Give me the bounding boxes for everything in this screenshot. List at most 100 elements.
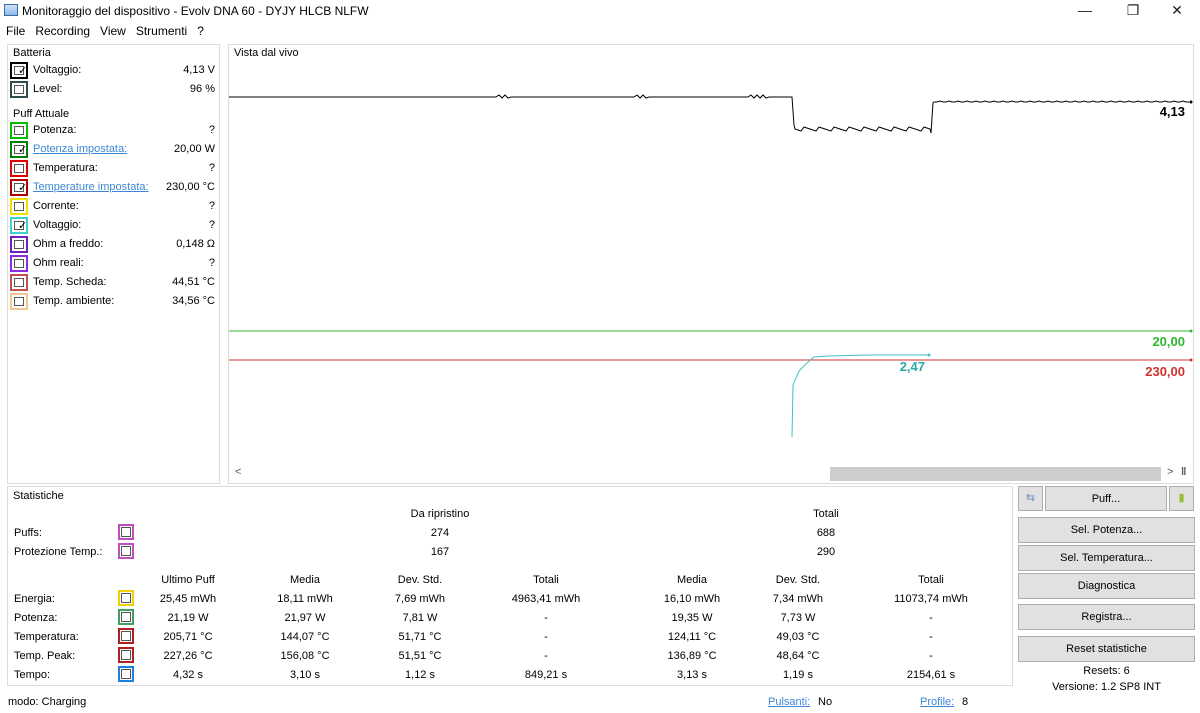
connect-icon[interactable]: ⇆ — [1018, 486, 1043, 511]
series-checkbox[interactable] — [10, 255, 28, 272]
registra-button[interactable]: Registra... — [1018, 604, 1195, 630]
check-icon: ✓ — [18, 220, 28, 232]
row-value: ? — [208, 162, 215, 174]
series-checkbox[interactable]: ✓ — [10, 217, 28, 234]
horizontal-scrollbar[interactable]: < > ‖ — [229, 465, 1193, 483]
puffs-checkbox[interactable] — [118, 524, 134, 540]
stat-cell: 21,19 W — [167, 612, 209, 624]
check-icon: ✓ — [18, 144, 28, 156]
stat-row-checkbox[interactable] — [118, 647, 134, 663]
reset-statistics-button[interactable]: Reset statistiche — [1018, 636, 1195, 662]
power-value-label: 20,00 — [1152, 334, 1185, 349]
pulsanti-link[interactable]: Pulsanti: — [768, 696, 810, 708]
stat-cell: 7,69 mWh — [394, 593, 446, 605]
row-label: Potenza: — [33, 124, 77, 136]
sel-temperatura-button[interactable]: Sel. Temperatura... — [1018, 545, 1195, 571]
series-checkbox[interactable] — [10, 236, 28, 253]
series-checkbox[interactable] — [10, 81, 28, 98]
minimize-button[interactable]: — — [1062, 0, 1108, 22]
scroll-pause-icon[interactable]: ‖ — [1181, 466, 1186, 478]
row-value: ? — [208, 200, 215, 212]
live-view-panel: 4,13 20,00 230,00 2,47 Vista dal vivo < > ‖ — [228, 44, 1194, 484]
stat-row-checkbox[interactable] — [118, 628, 134, 644]
row-label: Voltaggio: — [33, 219, 82, 231]
stat-cell: 3,13 s — [677, 669, 707, 681]
stat-cell: 7,34 mWh — [772, 593, 824, 605]
row-puff-2: Temperatura:? — [10, 160, 217, 178]
menu-bar: File Recording View Strumenti? — [0, 22, 1200, 40]
row-label: Temp. ambiente: — [33, 295, 115, 307]
header-reset: Da ripristino — [410, 508, 470, 520]
scroll-left-icon[interactable]: < — [235, 466, 241, 478]
menu-help[interactable]: ? — [191, 22, 208, 38]
scroll-thumb[interactable] — [830, 467, 1161, 481]
stat-cell: 2154,61 s — [906, 669, 956, 681]
stat-row-label: Energia: — [14, 593, 55, 605]
series-checkbox[interactable]: ✓ — [10, 62, 28, 79]
row-label: Level: — [33, 83, 63, 95]
sel-potenza-button[interactable]: Sel. Potenza... — [1018, 517, 1195, 543]
menu-file[interactable]: File — [0, 22, 29, 38]
close-button[interactable]: ✕ — [1154, 0, 1200, 22]
protection-checkbox[interactable] — [118, 543, 134, 559]
stat-cell: 156,08 °C — [280, 650, 330, 662]
row-battery-0: ✓ Voltaggio: 4,13 V — [10, 62, 217, 80]
puff-voltage-value-label: 2,47 — [900, 359, 925, 374]
temperature-value-label: 230,00 — [1145, 364, 1185, 379]
stat-row-checkbox[interactable] — [118, 609, 134, 625]
series-checkbox[interactable] — [10, 160, 28, 177]
stat-cell: - — [544, 612, 548, 624]
stat-cell: 3,10 s — [290, 669, 320, 681]
series-checkbox[interactable]: ✓ — [10, 179, 28, 196]
row-label: Voltaggio: — [33, 64, 82, 76]
header-total: Totali — [813, 508, 839, 520]
stat-cell: 1,12 s — [405, 669, 435, 681]
row-puff-5: ✓ Voltaggio:? — [10, 217, 217, 235]
battery-icon[interactable]: ▮ — [1169, 486, 1194, 511]
stat-cell: 144,07 °C — [280, 631, 330, 643]
stat-cell: 7,73 W — [780, 612, 816, 624]
stat-cell: 205,71 °C — [163, 631, 213, 643]
diagnostica-button[interactable]: Diagnostica — [1018, 573, 1195, 599]
stat-cell: - — [929, 650, 933, 662]
profile-link[interactable]: Profile: — [920, 696, 954, 708]
stat-cell: 227,26 °C — [163, 650, 213, 662]
stat-cell: 18,11 mWh — [277, 593, 333, 605]
row-label: Ohm reali: — [33, 257, 84, 269]
series-checkbox[interactable] — [10, 293, 28, 310]
pulsanti-value: No — [818, 696, 833, 708]
row-label: Temperatura: — [33, 162, 98, 174]
puff-voltage-end-point — [927, 353, 931, 357]
restore-button[interactable]: ❐ — [1110, 0, 1156, 22]
stat-cell: 16,10 mWh — [663, 593, 721, 605]
battery-group-title: Batteria — [13, 47, 51, 59]
row-label[interactable]: Temperature impostata: — [33, 181, 149, 193]
stat-row-checkbox[interactable] — [118, 590, 134, 606]
menu-strumenti[interactable]: Strumenti — [130, 22, 191, 38]
stat-row-checkbox[interactable] — [118, 666, 134, 682]
scroll-right-icon[interactable]: > — [1167, 466, 1173, 478]
voltage-value-label: 4,13 — [1160, 104, 1185, 119]
menu-view[interactable]: View — [94, 22, 130, 38]
series-checkbox[interactable] — [10, 122, 28, 139]
left-panel: Batteria ✓ Voltaggio: 4,13 V Level: 96 % Puf… — [7, 44, 220, 484]
series-checkbox[interactable]: ✓ — [10, 141, 28, 158]
menu-recording[interactable]: Recording — [29, 22, 94, 38]
statistics-panel: Statistiche Da ripristino Totali Puffs: … — [7, 486, 1013, 686]
puff-button[interactable]: Puff... — [1045, 486, 1167, 511]
series-checkbox[interactable] — [10, 198, 28, 215]
column-header: Dev. Std. — [397, 574, 443, 586]
stat-row-label: Potenza: — [14, 612, 58, 624]
row-puff-0: Potenza:? — [10, 122, 217, 140]
puffs-label: Puffs: — [14, 527, 42, 539]
row-value: ? — [208, 257, 215, 269]
row-value: 0,148 Ω — [176, 238, 215, 250]
row-puff-6: Ohm a freddo: 0,148 Ω — [10, 236, 217, 254]
row-label[interactable]: Potenza impostata: — [33, 143, 127, 155]
series-checkbox[interactable] — [10, 274, 28, 291]
row-value: 230,00 °C — [165, 181, 215, 193]
stat-row-label: Temperatura: — [14, 631, 79, 643]
stat-row-label: Temp. Peak: — [14, 650, 76, 662]
column-header: Ultimo Puff — [161, 574, 215, 586]
stat-cell: 7,81 W — [402, 612, 438, 624]
